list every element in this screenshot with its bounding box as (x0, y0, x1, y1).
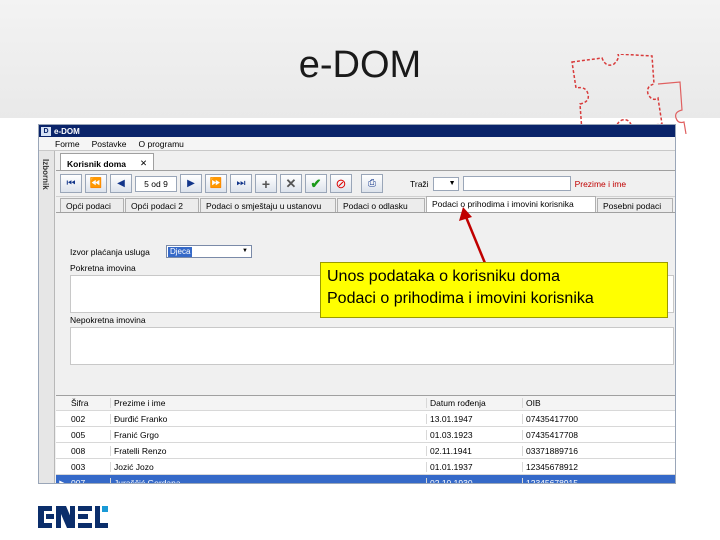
next-page-button[interactable]: ⏩ (205, 174, 227, 193)
payment-source-select[interactable]: Djeca ▼ (166, 245, 252, 258)
menu-postavke[interactable]: Postavke (92, 139, 127, 149)
printer-icon: ⎙ (368, 178, 376, 189)
tab-prihodi-imovina[interactable]: Podaci o prihodima i imovini korisnika (426, 196, 596, 212)
search-hint: Prezime i ime (574, 178, 627, 189)
callout-line-1: Unos podataka o korisniku doma (327, 268, 561, 285)
record-tabs: Opći podaci Opći podaci 2 Podaci o smješ… (56, 196, 675, 213)
sidebar-label: Izbornik (41, 159, 50, 190)
table-cell: Franić Grgo (110, 429, 426, 440)
row-pointer-icon: ▶ (59, 479, 65, 484)
grid-header: Šifra Prezime i ime Datum rođenja OIB (56, 396, 675, 411)
table-cell: 12345678912 (522, 461, 622, 472)
window-title: e-DOM (54, 126, 80, 136)
title-bar: D e-DOM (39, 125, 675, 137)
first-icon: ⏮ (66, 178, 76, 189)
tab-opci-podaci-2[interactable]: Opći podaci 2 (125, 198, 199, 212)
table-cell: 07435417700 (522, 413, 622, 424)
table-cell: 002 (71, 413, 86, 424)
column-header-dob[interactable]: Datum rođenja (426, 398, 522, 408)
tab-smjestaj[interactable]: Podaci o smještaju u ustanovu (200, 198, 336, 212)
puzzle-decoration (571, 54, 687, 134)
table-cell: 13.01.1947 (426, 413, 522, 424)
tab-posebni-podaci[interactable]: Posebni podaci (597, 198, 673, 212)
next-record-button[interactable]: ▶ (180, 174, 202, 193)
tab-label: Korisnik doma (67, 158, 127, 169)
table-row[interactable]: 005 Franić Grgo 01.03.1923 07435417708 (56, 427, 675, 443)
tab-opci-podaci[interactable]: Opći podaci (60, 198, 124, 212)
table-cell: 03371889716 (522, 445, 622, 456)
chevron-down-icon: ▼ (448, 180, 456, 187)
prev-page-button[interactable]: ⏪ (85, 174, 107, 193)
table-cell: 01.01.1937 (426, 461, 522, 472)
table-cell: 02.10.1930 (426, 477, 522, 483)
immovable-property-field[interactable] (70, 327, 674, 365)
document-tabs: Korisnik doma ✕ (56, 151, 675, 171)
enel-logo (38, 506, 108, 528)
close-icon[interactable]: ✕ (140, 158, 147, 169)
delete-button[interactable]: ✕ (280, 174, 302, 193)
menu-bar: Forme Postavke O programu (39, 137, 675, 151)
table-cell: 007 (71, 477, 86, 484)
callout-line-2: Podaci o prihodima i imovini korisnika (327, 290, 594, 307)
tab-odlazak[interactable]: Podaci o odlasku (337, 198, 425, 212)
print-button[interactable]: ⎙ (361, 174, 383, 193)
column-header-oib[interactable]: OIB (522, 398, 622, 408)
callout-box: Unos podataka o korisniku doma Podaci o … (320, 262, 668, 318)
table-row[interactable]: 002 Đurđić Franko 13.01.1947 07435417700 (56, 411, 675, 427)
table-cell: 005 (71, 429, 86, 440)
immovable-property-label: Nepokretna imovina (70, 315, 146, 325)
sidebar-strip[interactable]: Izbornik (39, 151, 55, 483)
table-cell: 01.03.1923 (426, 429, 522, 440)
last-icon: ⏭ (236, 178, 246, 189)
table-cell: 008 (71, 445, 86, 456)
records-grid: Šifra Prezime i ime Datum rođenja OIB 00… (56, 395, 675, 484)
prev-icon: ◀ (117, 178, 125, 189)
table-row[interactable]: ▶ 007 Juraščić Gordana 02.10.1930 1234567891… (56, 475, 675, 484)
check-icon: ✔ (310, 175, 322, 191)
table-cell: Juraščić Gordana (110, 477, 426, 483)
callout-arrow (459, 207, 489, 269)
table-cell: Fratelli Renzo (110, 445, 426, 456)
table-row[interactable]: 008 Fratelli Renzo 02.11.1941 03371889716 (56, 443, 675, 459)
table-row[interactable]: 003 Jozić Jozo 01.01.1937 12345678912 (56, 459, 675, 475)
search-input[interactable] (462, 176, 571, 191)
tab-korisnik-doma[interactable]: Korisnik doma ✕ (60, 153, 155, 170)
payment-source-label: Izvor plaćanja usluga (70, 247, 150, 257)
add-button[interactable]: + (255, 174, 277, 193)
payment-source-value: Djeca (168, 246, 193, 257)
movable-property-label: Pokretna imovina (70, 263, 136, 273)
table-cell: 02.11.1941 (426, 445, 522, 456)
prev-record-button[interactable]: ◀ (110, 174, 132, 193)
menu-o-programu[interactable]: O programu (139, 139, 184, 149)
menu-forme[interactable]: Forme (55, 139, 80, 149)
column-header-sifra[interactable]: Šifra (68, 398, 110, 408)
fast-forward-icon: ⏩ (209, 178, 223, 189)
rewind-icon: ⏪ (89, 178, 103, 189)
next-icon: ▶ (187, 178, 195, 189)
table-cell: Jozić Jozo (110, 461, 426, 472)
first-record-button[interactable]: ⏮ (60, 174, 82, 193)
stop-icon: ⊘ (335, 175, 347, 191)
table-cell: Đurđić Franko (110, 413, 426, 424)
app-icon: D (41, 126, 51, 136)
toolbar: ⏮ ⏪ ◀ 5 od 9 ▶ ⏩ ⏭ + ✕ ✔ ⊘ ⎙ Traži ▼ Pre… (56, 171, 675, 197)
chevron-down-icon: ▼ (242, 248, 248, 254)
search-field-combo[interactable]: ▼ (432, 176, 459, 191)
plus-icon: + (261, 175, 271, 192)
table-cell: 12345678915 (522, 477, 622, 483)
x-icon: ✕ (285, 175, 297, 191)
record-position: 5 od 9 (135, 175, 177, 192)
table-cell: 07435417708 (522, 429, 622, 440)
search-label: Traži (410, 178, 429, 189)
cancel-button[interactable]: ⊘ (330, 174, 352, 193)
save-button[interactable]: ✔ (305, 174, 327, 193)
table-cell: 003 (71, 461, 86, 472)
last-record-button[interactable]: ⏭ (230, 174, 252, 193)
column-header-name[interactable]: Prezime i ime (110, 398, 426, 408)
